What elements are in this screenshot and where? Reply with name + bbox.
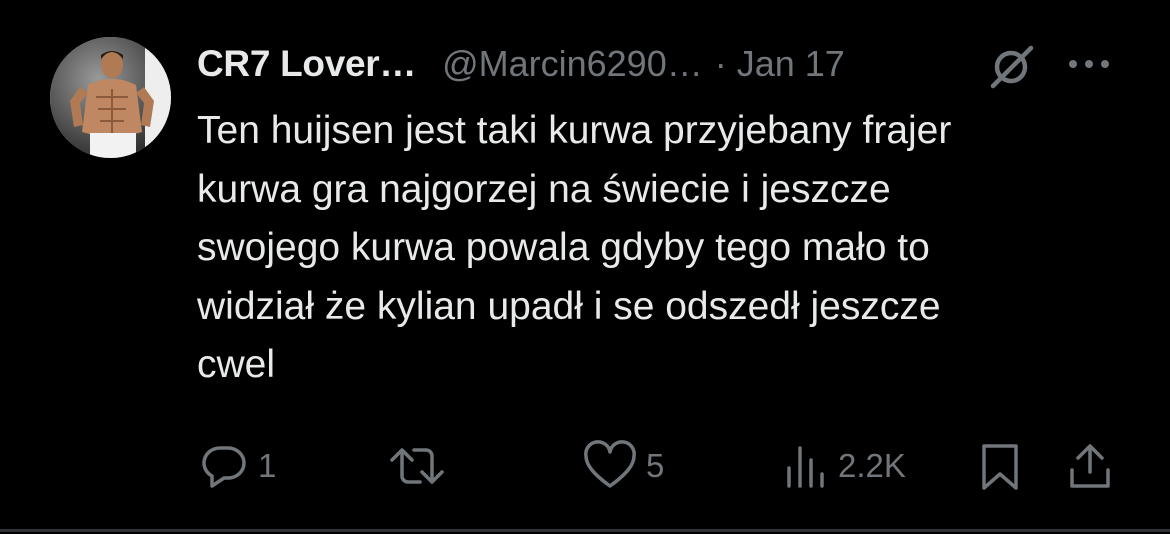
views-icon	[787, 446, 824, 488]
reply-icon	[202, 446, 246, 488]
views-count: 2.2K	[838, 447, 906, 484]
tweet-text-line: cwel	[197, 343, 276, 386]
tweet-text-line: swojego kurwa powala gdyby tego mało to	[197, 226, 930, 269]
divider	[0, 529, 1170, 532]
grok-icon[interactable]	[985, 43, 1037, 91]
separator-dot: ·	[714, 43, 727, 84]
tweet-text-line: Ten huijsen jest taki kurwa przyjebany f…	[197, 109, 952, 152]
tweet[interactable]: CR7 Lover… @Marcin6290… · Jan 17 Ten hui…	[0, 0, 1170, 534]
heart-icon	[584, 440, 636, 488]
avatar[interactable]	[50, 37, 171, 158]
like-button[interactable]: 5	[582, 436, 664, 496]
views-button[interactable]: 2.2K	[784, 436, 906, 496]
bookmark-icon	[982, 444, 1018, 490]
retweet-button[interactable]	[388, 436, 454, 496]
bookmark-button[interactable]	[978, 436, 1022, 496]
author-name[interactable]: CR7 Lover…	[197, 43, 416, 85]
retweet-icon	[390, 448, 444, 484]
like-count: 5	[646, 447, 665, 484]
tweet-text-line: kurwa gra najgorzej na świecie i jeszcze	[197, 167, 891, 211]
author-handle[interactable]: @Marcin6290…	[442, 43, 703, 85]
reply-button[interactable]: 1	[198, 436, 276, 496]
share-button[interactable]	[1066, 436, 1114, 496]
tweet-text-line: widział że kylian upadł i se odszedł jes…	[197, 284, 941, 328]
action-bar: 1 5 2.2K	[0, 436, 1170, 496]
avatar-photo	[50, 37, 171, 158]
tweet-text: Ten huijsen jest taki kurwa przyjebany f…	[197, 102, 1127, 395]
more-icon[interactable]	[1064, 52, 1114, 76]
share-icon	[1070, 444, 1110, 488]
tweet-date[interactable]: Jan 17	[737, 43, 845, 85]
reply-count: 1	[258, 447, 277, 484]
tweet-header: CR7 Lover… @Marcin6290… · Jan 17	[197, 38, 845, 90]
